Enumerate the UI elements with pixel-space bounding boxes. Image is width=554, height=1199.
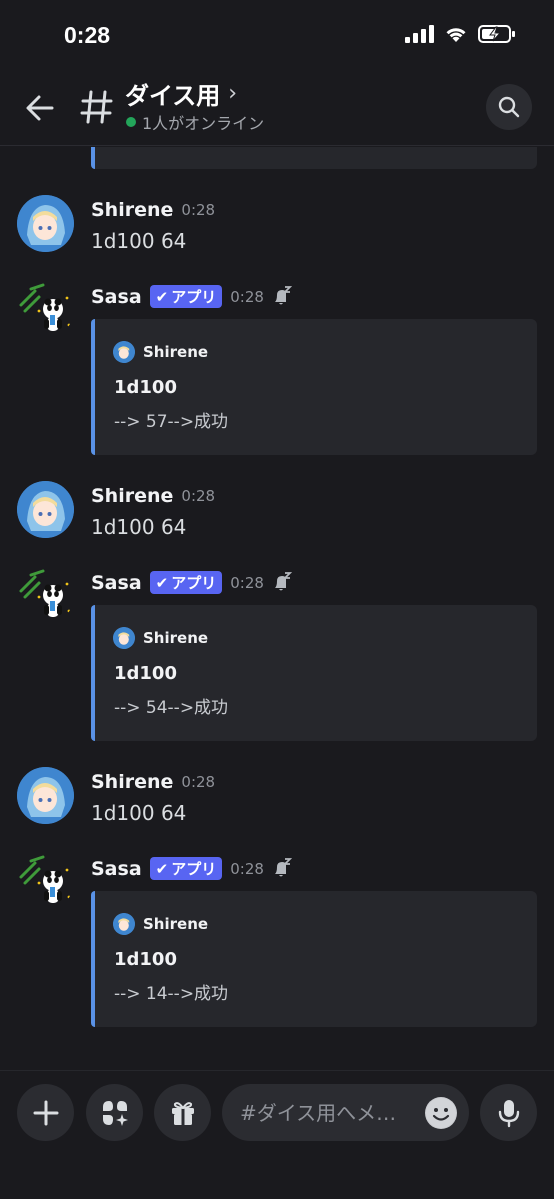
timestamp: 0:28 [230, 287, 264, 306]
avatar[interactable] [17, 567, 74, 624]
mic-icon [498, 1099, 519, 1127]
app-badge: ✔ アプリ [149, 571, 223, 594]
app-badge-label: アプリ [171, 288, 217, 306]
back-button[interactable] [20, 88, 60, 128]
message-header: Shirene 0:28 [91, 771, 215, 793]
author-name[interactable]: Sasa [91, 572, 142, 594]
hash-icon [80, 90, 113, 124]
check-icon: ✔ [155, 859, 169, 878]
gift-button[interactable] [154, 1084, 211, 1141]
check-icon: ✔ [155, 287, 169, 306]
timestamp: 0:28 [230, 573, 264, 592]
embed-author: Shirene [113, 913, 208, 935]
add-button[interactable] [17, 1084, 74, 1141]
plus-icon [33, 1100, 58, 1125]
embed-description: --> 57-->成功 [114, 412, 229, 432]
embed-title: 1d100 [114, 377, 177, 398]
embed-description: --> 54-->成功 [114, 698, 229, 718]
message-text: 1d100 64 [91, 229, 187, 253]
avatar[interactable] [17, 195, 74, 252]
check-icon: ✔ [155, 573, 169, 592]
embed-author: Shirene [113, 627, 208, 649]
channel-name: ダイス用 [125, 82, 221, 110]
embed-author-name: Shirene [143, 629, 209, 647]
battery-icon [478, 25, 515, 43]
app-badge: ✔ アプリ [149, 857, 223, 880]
message-text: 1d100 64 [91, 515, 187, 539]
embed-title: 1d100 [114, 663, 177, 684]
message-header: Sasa ✔ アプリ 0:28 [91, 285, 292, 308]
bell-sleep-icon [274, 857, 292, 876]
embed-description: --> 14-->成功 [114, 984, 229, 1004]
status-icons [405, 24, 516, 44]
embed-partial [91, 147, 537, 169]
timestamp: 0:28 [230, 859, 264, 878]
avatar[interactable] [17, 767, 74, 824]
embed-author-name: Shirene [143, 343, 209, 361]
channel-header: ダイス用 › 1人がオンライン [0, 70, 554, 146]
avatar[interactable] [17, 281, 74, 338]
author-name[interactable]: Shirene [91, 771, 173, 793]
embed-author: Shirene [113, 341, 208, 363]
app-badge-label: アプリ [171, 860, 217, 878]
voice-message-button[interactable] [480, 1084, 537, 1141]
back-arrow-icon [26, 95, 54, 121]
status-bar: 0:28 [0, 0, 554, 70]
gift-icon [171, 1101, 194, 1125]
timestamp: 0:28 [181, 201, 216, 219]
avatar[interactable] [17, 853, 74, 910]
message-header: Shirene 0:28 [91, 485, 215, 507]
message-list[interactable]: Shirene 0:28 1d100 64 Sasa ✔ アプリ 0:28 Shi… [0, 147, 554, 1067]
message-header: Sasa ✔ アプリ 0:28 [91, 857, 292, 880]
online-count: 1人がオンライン [142, 114, 265, 133]
embed-author-avatar [113, 913, 135, 935]
message-header: Shirene 0:28 [91, 199, 215, 221]
online-dot-icon [126, 117, 136, 127]
status-time: 0:28 [64, 22, 111, 48]
embed-author-name: Shirene [143, 915, 209, 933]
signal-icon [405, 25, 434, 43]
embed-card[interactable]: Shirene 1d100 --> 57-->成功 [91, 319, 537, 455]
apps-button[interactable] [86, 1084, 143, 1141]
message-input[interactable] [240, 1100, 410, 1125]
apps-icon [102, 1100, 128, 1126]
timestamp: 0:28 [181, 773, 216, 791]
bell-sleep-icon [274, 571, 292, 590]
message-input-wrap[interactable] [222, 1084, 469, 1141]
embed-author-avatar [113, 627, 135, 649]
message-text: 1d100 64 [91, 801, 187, 825]
timestamp: 0:28 [181, 487, 216, 505]
channel-title[interactable]: ダイス用 › [125, 76, 237, 111]
emoji-icon [426, 1098, 456, 1128]
message-header: Sasa ✔ アプリ 0:28 [91, 571, 292, 594]
author-name[interactable]: Sasa [91, 858, 142, 880]
embed-author-avatar [113, 341, 135, 363]
embed-card[interactable]: Shirene 1d100 --> 14-->成功 [91, 891, 537, 1027]
online-status: 1人がオンライン [126, 110, 264, 134]
chevron-right-icon: › [228, 81, 238, 106]
embed-card[interactable]: Shirene 1d100 --> 54-->成功 [91, 605, 537, 741]
bell-sleep-icon [274, 285, 292, 304]
app-badge-label: アプリ [171, 574, 217, 592]
app-badge: ✔ アプリ [149, 285, 223, 308]
author-name[interactable]: Shirene [91, 485, 173, 507]
embed-title: 1d100 [114, 949, 177, 970]
search-button[interactable] [486, 84, 532, 130]
avatar[interactable] [17, 481, 74, 538]
wifi-icon [446, 28, 466, 42]
author-name[interactable]: Sasa [91, 286, 142, 308]
author-name[interactable]: Shirene [91, 199, 173, 221]
search-icon [498, 96, 520, 118]
composer-bar [0, 1070, 554, 1199]
emoji-button[interactable] [425, 1097, 457, 1129]
